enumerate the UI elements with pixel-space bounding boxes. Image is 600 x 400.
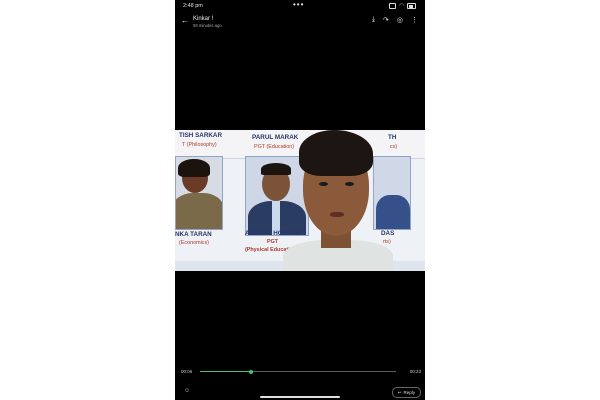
person-mouth: [330, 212, 344, 217]
status-icons: ◠: [389, 3, 416, 9]
board-subject: cs): [390, 144, 398, 150]
chat-title: Kinkar !: [193, 16, 214, 22]
board-subject: rts): [383, 239, 391, 245]
teacher-photo: [175, 156, 223, 230]
wifi-icon: ◠: [399, 3, 404, 9]
more-vert-icon[interactable]: ⋮: [411, 16, 418, 24]
status-dots: •••: [293, 0, 305, 9]
reply-label: Reply: [403, 390, 415, 395]
home-indicator: [260, 396, 340, 398]
video-frame[interactable]: TISH SARKAR T (Philosophy) PARUL MARAK P…: [175, 130, 425, 271]
seek-thumb[interactable]: [248, 369, 253, 374]
status-bar: 2:48 pm ••• ◠: [175, 0, 425, 12]
person-eye: [345, 182, 354, 186]
teacher-photo: [245, 156, 309, 236]
title-block: Kinkar ! 59 minutes ago: [193, 16, 222, 29]
status-time: 2:48 pm: [183, 3, 203, 9]
board-name: TH: [388, 134, 397, 141]
board-name: TISH SARKAR: [179, 132, 223, 139]
seek-progress: [200, 371, 251, 372]
board-name: DAS: [381, 230, 395, 237]
teacher-photo: [373, 156, 411, 230]
board-name: NKA TARAN: [175, 231, 212, 238]
reply-button[interactable]: ↩ Reply: [391, 387, 421, 398]
current-time: 00:06: [181, 369, 193, 374]
battery-icon: [407, 3, 416, 9]
reply-icon: ↩: [397, 389, 402, 395]
sticker-add-icon[interactable]: ☺: [184, 388, 190, 394]
board-subject: (Economics): [179, 240, 209, 246]
seek-bar[interactable]: [200, 369, 396, 374]
download-icon[interactable]: ⤓: [372, 16, 375, 24]
app-actions: ⤓ ↷ ◎ ⋮: [372, 16, 418, 24]
person-eye: [319, 182, 328, 186]
board-subject: T (Philosophy): [182, 142, 217, 148]
total-time: 00:23: [409, 369, 421, 374]
chat-subtitle: 59 minutes ago: [193, 23, 222, 28]
video-viewer-screen: 2:48 pm ••• ◠ ← Kinkar ! 59 minutes ago …: [175, 0, 425, 400]
share-icon[interactable]: ↷: [383, 16, 389, 24]
board-subject: PGT (Education): [254, 144, 295, 150]
arrow-left-icon[interactable]: ←: [181, 16, 189, 25]
bottom-bar: ☺ ↩ Reply: [175, 386, 425, 400]
cast-icon: [389, 3, 397, 9]
app-bar: ← Kinkar ! 59 minutes ago ⤓ ↷ ◎ ⋮: [175, 13, 425, 33]
board-name: PARUL MARAK: [252, 134, 299, 141]
board-name: ABADUL HOSSAIN: [245, 230, 302, 237]
video-scrubber: 00:06 00:23: [175, 366, 425, 378]
board-subject: PGT: [267, 239, 279, 245]
person-hair: [299, 130, 373, 176]
sticker-icon[interactable]: ◎: [397, 16, 403, 24]
